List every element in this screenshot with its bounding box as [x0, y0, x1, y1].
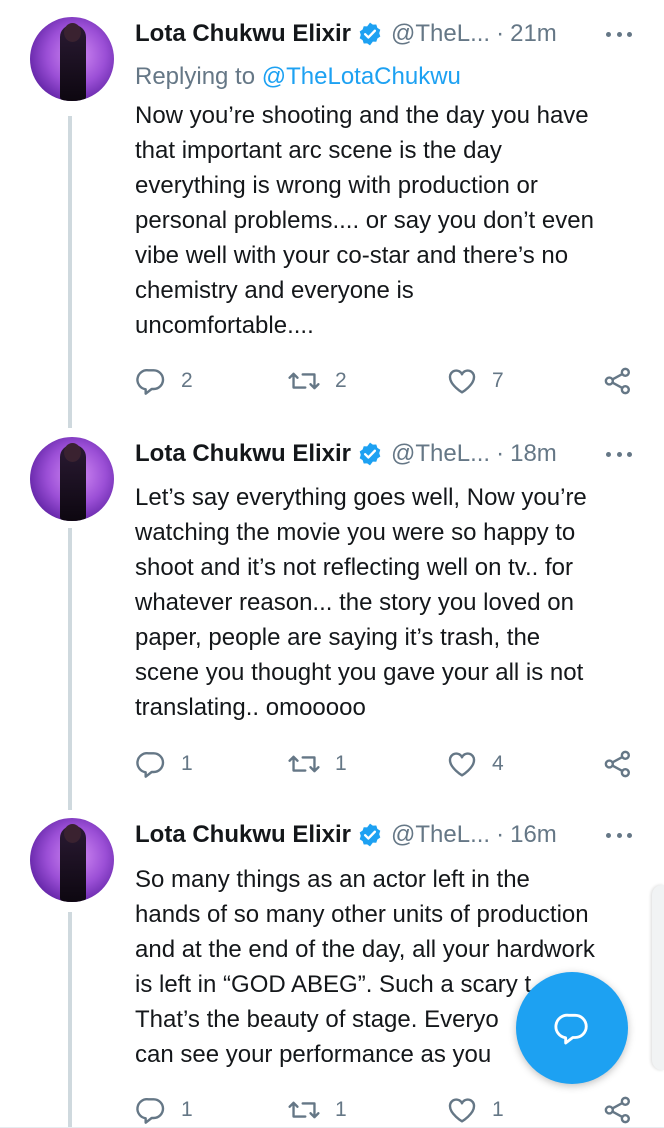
tweet-text-line: and at the end of the day, all your hard… [135, 936, 595, 963]
share-button[interactable] [602, 1093, 634, 1127]
avatar[interactable] [30, 17, 114, 101]
avatar[interactable] [30, 437, 114, 521]
avatar[interactable] [30, 818, 114, 902]
more-options-icon[interactable] [606, 818, 632, 852]
heart-icon [448, 752, 476, 777]
retweet-button[interactable]: 1 [287, 1093, 347, 1127]
tweet-text-line: vibe well with your co-star and there’s … [135, 242, 569, 269]
tweet-text-line: shoot and it’s not reflecting well on tv… [135, 554, 574, 581]
timestamp[interactable]: 21m [510, 20, 557, 48]
like-count: 1 [492, 1098, 504, 1121]
like-button[interactable]: 1 [446, 1093, 504, 1127]
tweet-text-line: everything is wrong with production or [135, 172, 538, 199]
tweet-text-line: that important arc scene is the day [135, 137, 502, 164]
tweet-actions: 1 1 4 [0, 747, 664, 781]
retweet-count: 1 [335, 752, 347, 775]
share-icon [604, 367, 630, 395]
tweet-text-line: So many things as an actor left in the [135, 866, 530, 893]
timestamp[interactable]: 16m [510, 821, 557, 849]
heart-icon [448, 1098, 476, 1123]
tweet-actions: 2 2 7 [0, 364, 664, 398]
tweet-header: Lota Chukwu Elixir @TheL... · 18m [135, 437, 557, 471]
edge-panel-handle[interactable] [652, 885, 664, 1070]
tweet-text-line: translating.. omooooo [135, 694, 366, 721]
author-name[interactable]: Lota Chukwu Elixir [135, 821, 351, 849]
author-handle[interactable]: @TheL... [391, 20, 490, 48]
reply-button[interactable]: 1 [135, 747, 193, 781]
verified-badge-icon [359, 442, 381, 466]
separator-dot: · [496, 20, 505, 47]
tweet-text-line: whatever reason... the story you loved o… [135, 589, 574, 616]
tweet-header: Lota Chukwu Elixir @TheL... · 16m [135, 818, 557, 852]
tweet[interactable]: Lota Chukwu Elixir @TheL... · 21m Replyi… [0, 0, 664, 420]
tweet-text-line: personal problems.... or say you don’t e… [135, 207, 594, 234]
tweet-text-line: scene you thought you gave your all is n… [135, 659, 584, 686]
tweet-text-line: Now you’re shooting and the day you have [135, 102, 589, 129]
reply-icon [136, 1098, 165, 1124]
reply-button[interactable]: 2 [135, 364, 193, 398]
tweet-text: Let’s say everything goes well, Now you’… [135, 480, 635, 725]
reply-button[interactable]: 1 [135, 1093, 193, 1127]
more-options-icon[interactable] [606, 17, 632, 51]
more-options-icon[interactable] [606, 437, 632, 471]
tweet[interactable]: Lota Chukwu Elixir @TheL... · 18m Let’s … [0, 420, 664, 810]
reply-count: 1 [181, 752, 193, 775]
tweet-text-line: uncomfortable.... [135, 312, 314, 339]
author-name[interactable]: Lota Chukwu Elixir [135, 20, 351, 48]
tweet-text: Now you’re shooting and the day you have… [135, 98, 635, 343]
tweet-text-line: hands of so many other units of producti… [135, 901, 589, 928]
heart-icon [448, 369, 476, 394]
retweet-icon [288, 1101, 320, 1119]
retweet-button[interactable]: 2 [287, 364, 347, 398]
compose-reply-icon [554, 1013, 588, 1045]
share-icon [604, 750, 630, 778]
retweet-button[interactable]: 1 [287, 747, 347, 781]
like-count: 7 [492, 369, 504, 392]
verified-badge-icon [359, 823, 381, 847]
tweet-header: Lota Chukwu Elixir @TheL... · 21m [135, 17, 557, 51]
like-count: 4 [492, 752, 504, 775]
verified-badge-icon [359, 22, 381, 46]
replying-handle-link[interactable]: @TheLotaChukwu [262, 63, 461, 90]
author-handle[interactable]: @TheL... [391, 821, 490, 849]
separator-dot: · [496, 440, 505, 467]
replying-prefix: Replying to [135, 63, 262, 90]
reply-count: 1 [181, 1098, 193, 1121]
tweet-text-line: Let’s say everything goes well, Now you’… [135, 484, 587, 511]
reply-icon [136, 369, 165, 395]
retweet-count: 1 [335, 1098, 347, 1121]
tweet-actions: 1 1 1 [0, 1093, 664, 1127]
author-handle[interactable]: @TheL... [391, 440, 490, 468]
separator-dot: · [496, 821, 505, 848]
reply-count: 2 [181, 369, 193, 392]
retweet-icon [288, 372, 320, 390]
share-button[interactable] [602, 364, 634, 398]
retweet-count: 2 [335, 369, 347, 392]
share-icon [604, 1096, 630, 1124]
tweet-text-line: watching the movie you were so happy to [135, 519, 576, 546]
retweet-icon [288, 755, 320, 773]
share-button[interactable] [602, 747, 634, 781]
tweet-text-line: paper, people are saying it’s trash, the [135, 624, 541, 651]
reply-icon [136, 752, 165, 778]
compose-reply-button[interactable] [516, 972, 628, 1084]
replying-to: Replying to @TheLotaChukwu [135, 63, 461, 91]
author-name[interactable]: Lota Chukwu Elixir [135, 440, 351, 468]
timestamp[interactable]: 18m [510, 440, 557, 468]
like-button[interactable]: 4 [446, 747, 504, 781]
like-button[interactable]: 7 [446, 364, 504, 398]
tweet-text-line: chemistry and everyone is [135, 277, 414, 304]
